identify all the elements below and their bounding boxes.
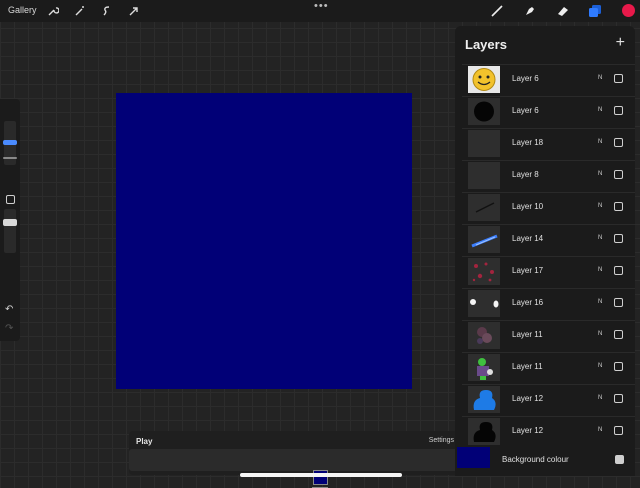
layer-name: Layer 16 — [512, 298, 544, 307]
blend-mode-button[interactable]: N — [598, 427, 602, 433]
color-picker-button[interactable] — [622, 4, 635, 17]
visibility-checkbox[interactable] — [614, 426, 623, 435]
transform-arrow-icon[interactable] — [127, 4, 141, 18]
left-sidebar: ↶ ↷ — [0, 99, 20, 341]
layer-name: Layer 12 — [512, 394, 544, 403]
visibility-checkbox[interactable] — [614, 234, 623, 243]
frame-timeline[interactable] — [129, 449, 460, 488]
layer-row[interactable]: Layer 6 N — [462, 96, 635, 127]
layers-title: Layers — [465, 37, 507, 52]
gallery-button[interactable]: Gallery — [8, 5, 37, 15]
layers-panel: Layers + Layer 6 N Layer 6 N Layer 18 N Layer … — [455, 26, 635, 476]
visibility-checkbox[interactable] — [614, 74, 623, 83]
undo-icon[interactable]: ↶ — [5, 304, 13, 315]
layer-thumbnail[interactable] — [468, 194, 500, 221]
layer-row[interactable]: Layer 18 N — [462, 128, 635, 159]
smudge-icon[interactable] — [522, 3, 538, 19]
add-layer-button[interactable]: + — [616, 34, 625, 52]
blend-mode-button[interactable]: N — [598, 299, 602, 305]
blend-mode-button[interactable]: N — [598, 235, 602, 241]
eraser-icon[interactable] — [555, 3, 571, 19]
animation-bar: Play Settings — [129, 431, 460, 488]
layer-thumbnail[interactable] — [468, 418, 500, 445]
layer-row[interactable]: Layer 12 N — [462, 416, 635, 447]
layer-row[interactable]: Layer 6 N — [462, 64, 635, 95]
brush-size-thumb[interactable] — [3, 140, 17, 145]
opacity-slider[interactable] — [4, 209, 16, 253]
layer-name: Layer 11 — [512, 362, 543, 371]
background-colour-swatch[interactable] — [457, 447, 490, 468]
layer-name: Layer 6 — [512, 106, 539, 115]
layer-name: Layer 14 — [512, 234, 544, 243]
blend-mode-button[interactable]: N — [598, 107, 602, 113]
top-toolbar: Gallery ••• — [0, 0, 640, 22]
layer-thumbnail[interactable] — [468, 354, 500, 381]
wrench-icon[interactable] — [46, 4, 60, 18]
visibility-checkbox[interactable] — [614, 106, 623, 115]
layer-row[interactable]: Layer 12 N — [462, 384, 635, 415]
magic-wand-icon[interactable] — [73, 4, 87, 18]
layer-name: Layer 11 — [512, 330, 543, 339]
layer-name: Layer 8 — [512, 170, 539, 179]
blend-mode-button[interactable]: N — [598, 331, 602, 337]
blend-mode-button[interactable]: N — [598, 267, 602, 273]
visibility-checkbox[interactable] — [614, 266, 623, 275]
menu-dots[interactable]: ••• — [314, 0, 329, 12]
layer-thumbnail[interactable] — [468, 98, 500, 125]
layer-row[interactable]: Layer 10 N — [462, 192, 635, 223]
selection-icon[interactable] — [100, 4, 114, 18]
layer-thumbnail[interactable] — [468, 162, 500, 189]
layer-name: Layer 18 — [512, 138, 544, 147]
visibility-checkbox[interactable] — [614, 330, 623, 339]
visibility-checkbox[interactable] — [614, 138, 623, 147]
opacity-thumb[interactable] — [3, 219, 17, 226]
visibility-checkbox[interactable] — [614, 394, 623, 403]
layer-thumbnail[interactable] — [468, 258, 500, 285]
animation-settings-button[interactable]: Settings — [429, 437, 454, 444]
blend-mode-button[interactable]: N — [598, 363, 602, 369]
visibility-checkbox[interactable] — [615, 455, 624, 464]
blend-mode-button[interactable]: N — [598, 395, 602, 401]
layers-icon[interactable] — [587, 3, 603, 19]
visibility-checkbox[interactable] — [614, 202, 623, 211]
play-button[interactable]: Play — [136, 437, 152, 446]
redo-icon[interactable]: ↷ — [5, 323, 13, 334]
layer-thumbnail[interactable] — [468, 130, 500, 157]
brush-icon[interactable] — [489, 3, 505, 19]
blend-mode-button[interactable]: N — [598, 139, 602, 145]
layer-thumbnail[interactable] — [468, 322, 500, 349]
visibility-checkbox[interactable] — [614, 170, 623, 179]
layer-row[interactable]: Layer 11 N — [462, 320, 635, 351]
background-colour-row[interactable]: Background colour — [455, 446, 635, 476]
blend-mode-button[interactable]: N — [598, 75, 602, 81]
modify-button[interactable] — [6, 195, 15, 204]
layer-name: Layer 17 — [512, 266, 544, 275]
layer-name: Layer 12 — [512, 426, 544, 435]
layer-row[interactable]: Layer 16 N — [462, 288, 635, 319]
visibility-checkbox[interactable] — [614, 298, 623, 307]
layer-thumbnail[interactable] — [468, 66, 500, 93]
layer-row[interactable]: Layer 8 N — [462, 160, 635, 191]
slider-divider — [3, 157, 17, 159]
layer-row[interactable]: Layer 14 N — [462, 224, 635, 255]
layer-thumbnail[interactable] — [468, 386, 500, 413]
layer-row[interactable]: Layer 17 N — [462, 256, 635, 287]
layer-thumbnail[interactable] — [468, 290, 500, 317]
drawing-canvas[interactable] — [116, 93, 412, 389]
blend-mode-button[interactable]: N — [598, 171, 602, 177]
blend-mode-button[interactable]: N — [598, 203, 602, 209]
layer-thumbnail[interactable] — [468, 226, 500, 253]
home-indicator — [240, 473, 402, 477]
layer-name: Layer 10 — [512, 202, 544, 211]
layer-name: Layer 6 — [512, 74, 539, 83]
layer-row[interactable]: Layer 11 N — [462, 352, 635, 383]
layer-name: Background colour — [502, 455, 569, 464]
visibility-checkbox[interactable] — [614, 362, 623, 371]
